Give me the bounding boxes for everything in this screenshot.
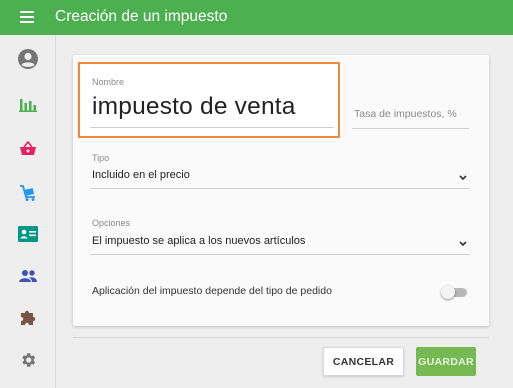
- tax-rate-placeholder: Tasa de impuestos, %: [354, 108, 457, 120]
- page-title: Creación de un impuesto: [55, 8, 228, 25]
- type-label: Tipo: [92, 153, 110, 163]
- options-underline: [90, 254, 470, 255]
- chevron-down-icon[interactable]: [459, 240, 467, 248]
- name-input[interactable]: impuesto de venta: [92, 93, 296, 121]
- save-button[interactable]: GUARDAR: [416, 347, 476, 376]
- type-underline: [90, 188, 470, 189]
- employees-card-icon[interactable]: [16, 222, 40, 246]
- chevron-down-icon[interactable]: [459, 174, 467, 182]
- toggle-knob: [441, 285, 455, 299]
- integrations-puzzle-icon[interactable]: [16, 306, 40, 330]
- options-label: Opciones: [92, 218, 131, 228]
- items-cart-icon[interactable]: [16, 181, 40, 205]
- customers-icon[interactable]: [16, 264, 40, 288]
- tax-rate-underline: [352, 128, 469, 129]
- menu-icon[interactable]: [20, 11, 34, 23]
- type-select[interactable]: Incluido en el precio: [92, 169, 190, 181]
- tax-rate-input[interactable]: Tasa de impuestos, %: [350, 92, 470, 128]
- cancel-button[interactable]: CANCELAR: [323, 347, 404, 376]
- sidebar: [0, 35, 56, 388]
- divider: [73, 337, 489, 338]
- options-select[interactable]: El impuesto se aplica a los nuevos artíc…: [92, 235, 305, 247]
- name-label: Nombre: [92, 77, 125, 87]
- reports-icon[interactable]: [16, 92, 40, 116]
- name-underline: [90, 127, 334, 128]
- order-type-toggle-label: Aplicación del impuesto depende del tipo…: [92, 285, 332, 297]
- sales-basket-icon[interactable]: [16, 137, 40, 161]
- order-type-toggle[interactable]: [441, 284, 469, 300]
- top-app-bar: Creación de un impuesto: [0, 0, 513, 35]
- account-icon[interactable]: [16, 47, 40, 71]
- settings-gear-icon[interactable]: [16, 348, 40, 372]
